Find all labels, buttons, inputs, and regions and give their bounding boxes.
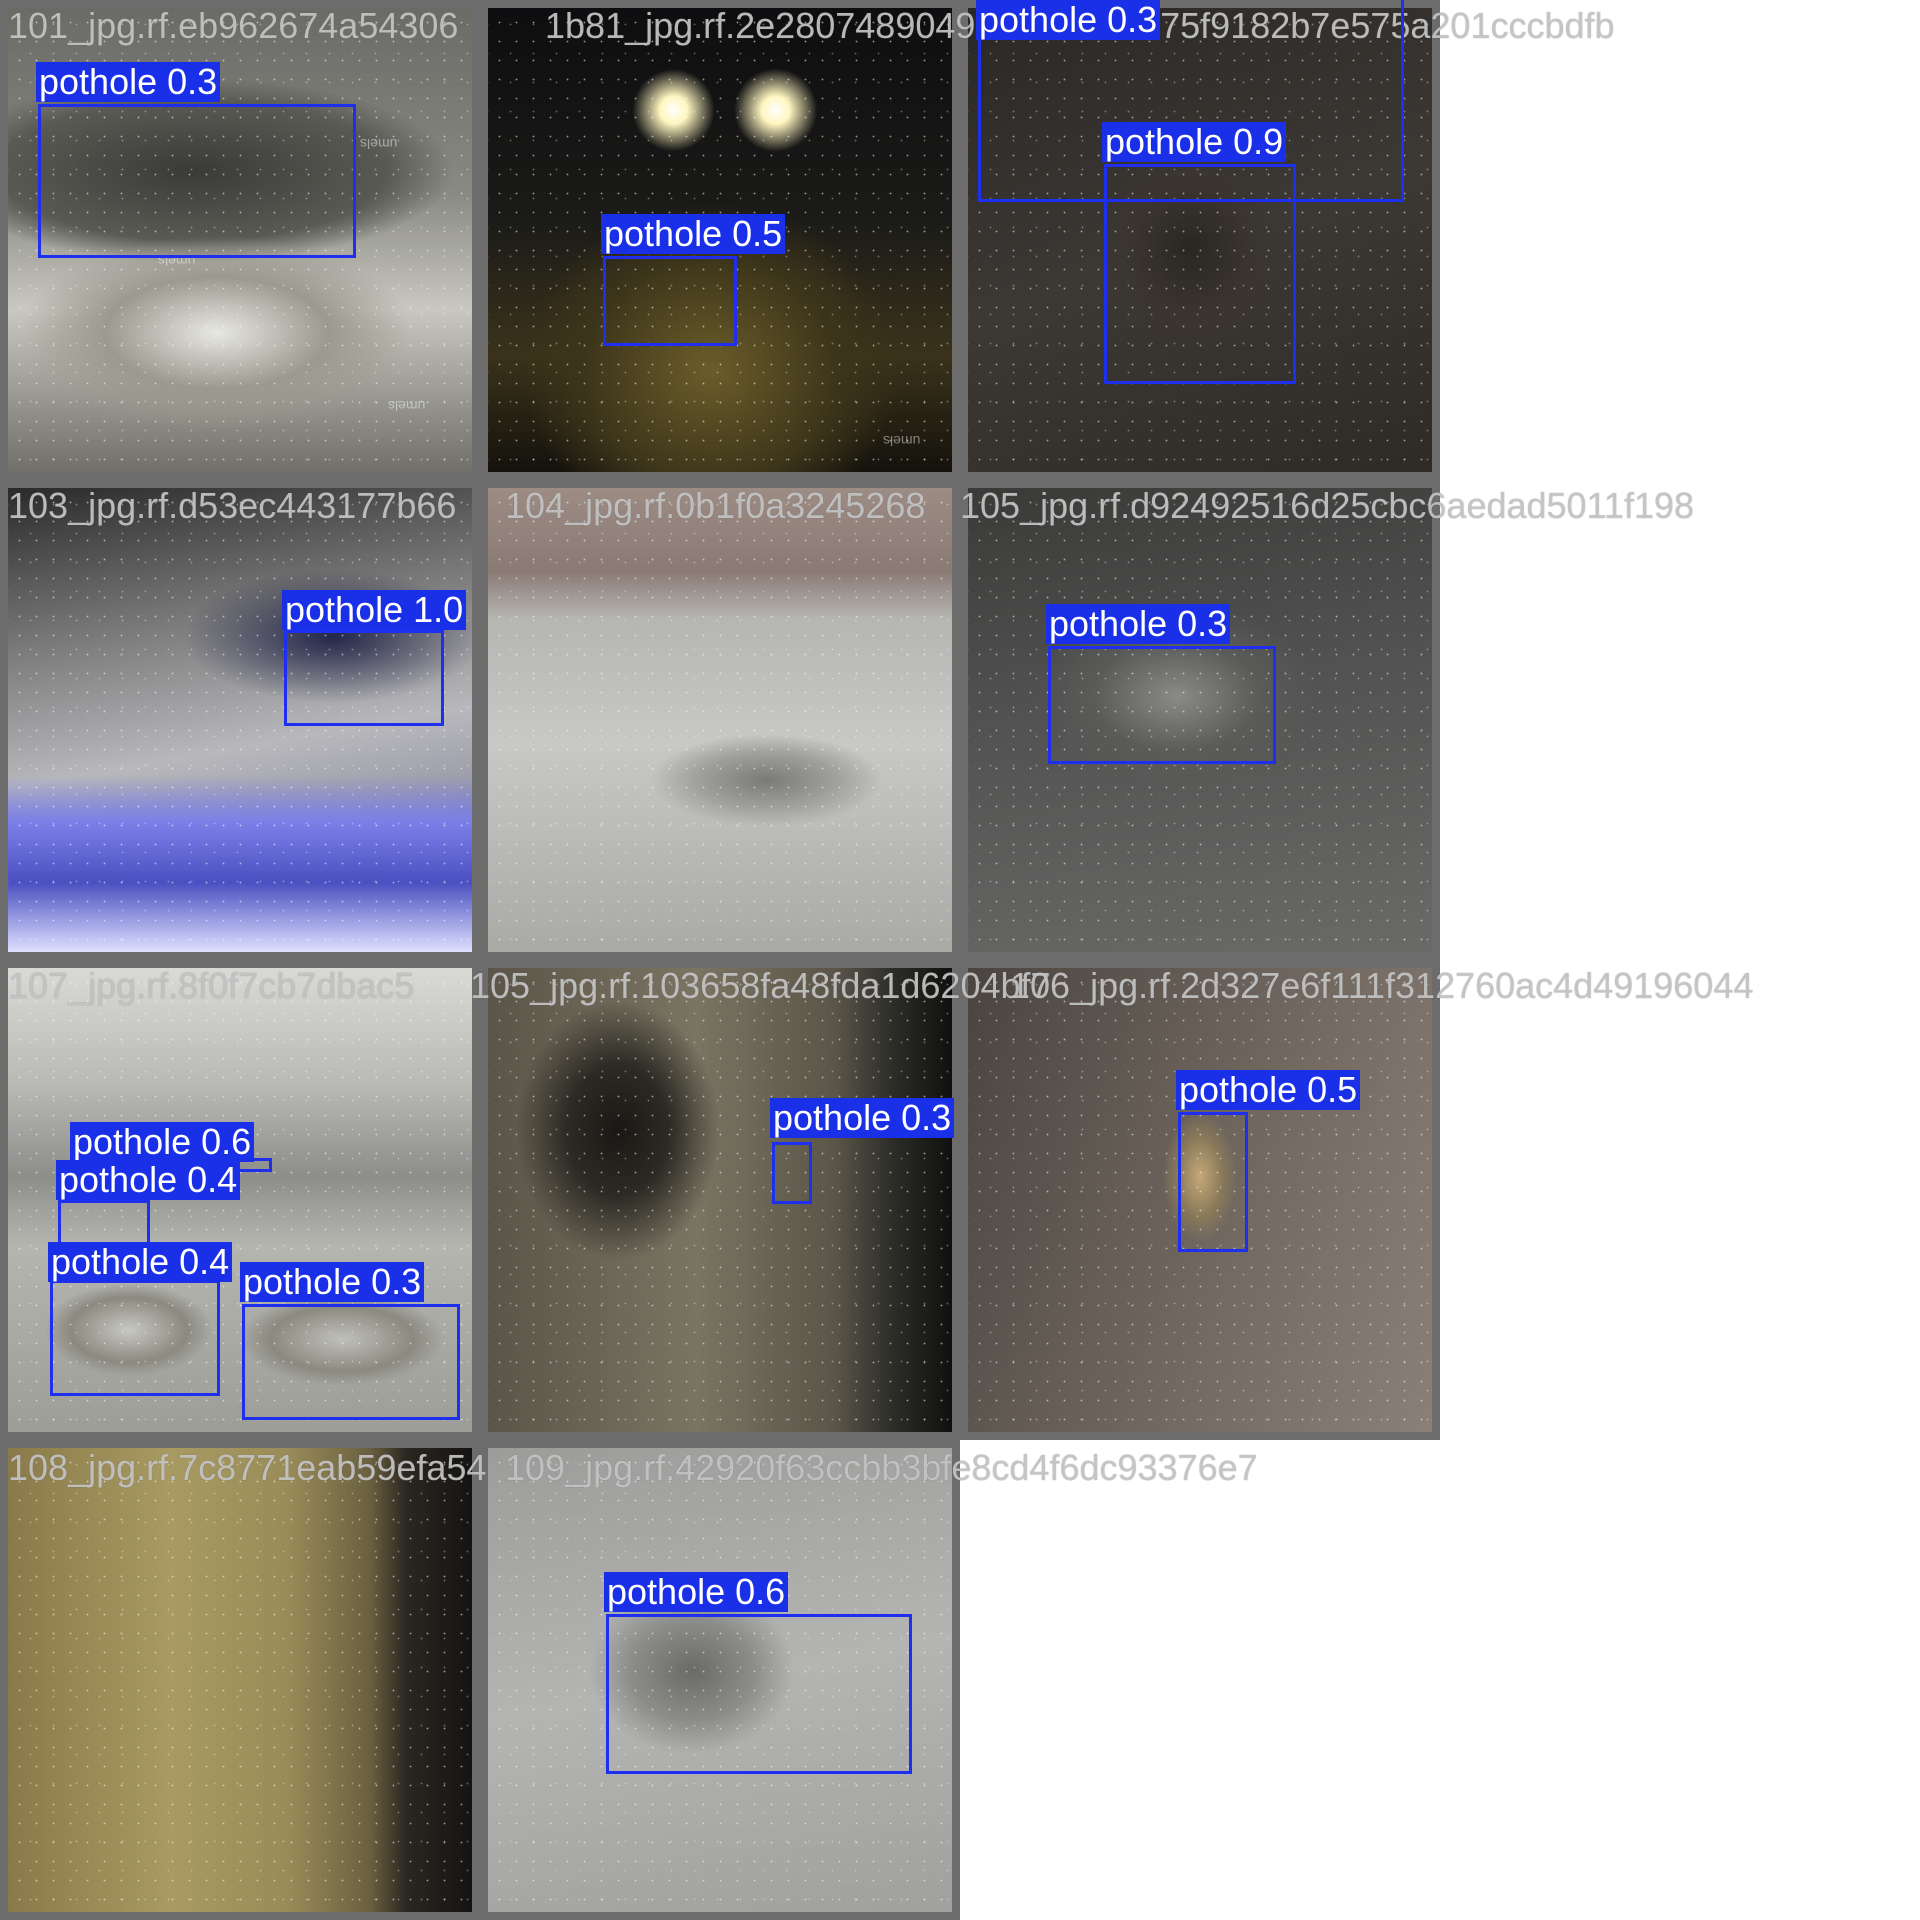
detection-box bbox=[242, 1304, 460, 1420]
detection-label: pothole 0.4 bbox=[48, 1242, 233, 1282]
mosaic-tile-8 bbox=[480, 960, 960, 1440]
detection-label: pothole 0.4 bbox=[56, 1160, 241, 1200]
image-filename: 105_jpg.rf.103658fa48fda1d6204bf7 bbox=[470, 965, 1051, 1006]
image-filename: 101_jpg.rf.eb962674a54306 bbox=[8, 5, 459, 46]
detection-label: pothole 0.6 bbox=[604, 1572, 789, 1612]
detection-label: pothole 0.9 bbox=[1102, 122, 1287, 162]
detection-label: pothole 1.0 bbox=[282, 590, 467, 630]
watermark-text: umels bbox=[360, 136, 398, 152]
detection-box bbox=[50, 1280, 220, 1396]
tile-photo bbox=[488, 488, 952, 952]
image-filename: 107_jpg.rf.8f0f7cb7dbac5 bbox=[8, 965, 415, 1006]
image-filename: 105_jpg.rf.d92492516d25cbc6aedad5011f198 bbox=[960, 485, 1695, 526]
detection-label: pothole 0.3 bbox=[976, 0, 1161, 40]
tile-photo bbox=[488, 968, 952, 1432]
detection-label: pothole 0.3 bbox=[1046, 604, 1231, 644]
detection-label: pothole 0.6 bbox=[70, 1122, 255, 1162]
image-filename: 104_jpg.rf.0b1f0a3245268 bbox=[505, 485, 926, 526]
mosaic-tile-10 bbox=[0, 1440, 480, 1920]
detection-box bbox=[284, 630, 444, 726]
detection-label: pothole 0.3 bbox=[36, 62, 221, 102]
image-filename: 106_jpg.rf.2d327e6f111f312760ac4d4919604… bbox=[1010, 965, 1754, 1006]
detection-box bbox=[1048, 646, 1276, 764]
tile-photo bbox=[8, 1448, 472, 1912]
detection-box bbox=[606, 1614, 912, 1774]
image-filename: 1b81_jpg.rf.2e2807489049 9b5 bbox=[545, 5, 1046, 46]
image-filename: 103_jpg.rf.d53ec443177b66 bbox=[8, 485, 457, 526]
watermark-text: umels bbox=[883, 433, 921, 449]
detection-label: pothole 0.3 bbox=[770, 1098, 955, 1138]
detection-box bbox=[1178, 1112, 1248, 1252]
detection-label: pothole 0.5 bbox=[601, 214, 786, 254]
detection-box bbox=[603, 256, 737, 346]
detection-label: pothole 0.3 bbox=[240, 1262, 425, 1302]
image-filename: 109_jpg.rf.42920f63ccbb3bfe8cd4f6dc93376… bbox=[505, 1447, 1258, 1488]
detection-box bbox=[1104, 164, 1296, 384]
detection-box bbox=[772, 1142, 812, 1204]
watermark-text: umels bbox=[388, 398, 426, 414]
detection-label: pothole 0.5 bbox=[1176, 1070, 1361, 1110]
detection-box bbox=[38, 104, 356, 258]
image-filename: 108_jpg.rf.7c8771eab59efa54 bbox=[8, 1447, 487, 1488]
mosaic-tile-5 bbox=[480, 480, 960, 960]
